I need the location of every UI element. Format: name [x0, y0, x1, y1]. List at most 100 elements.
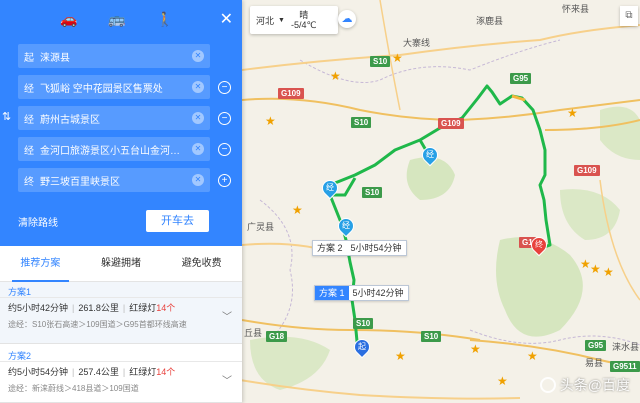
drive-button[interactable]: 开车去	[146, 210, 209, 232]
waypoint-start-field[interactable]: 起 涞源县 ✕	[18, 44, 210, 68]
plan-lights-label: 红绿灯	[129, 367, 157, 377]
route-panel: 🚗 🚌 🚶 ✕ ⇅ 起 涞源县 ✕ 经 飞狐峪 空中花园景区售票处 ✕ − 经 …	[0, 0, 242, 403]
plan-title: 方案2	[0, 346, 242, 362]
plan-lights-label: 红绿灯	[129, 303, 157, 313]
road-shield: S10	[353, 318, 374, 329]
map-layer-icon[interactable]: ⧉	[620, 6, 638, 26]
region-label[interactable]: 河北	[256, 14, 274, 27]
waypoint-text[interactable]: 金河口旅游景区小五台山金河…	[40, 142, 192, 157]
route-input-box: 🚗 🚌 🚶 ✕ ⇅ 起 涞源县 ✕ 经 飞狐峪 空中花园景区售票处 ✕ − 经 …	[0, 0, 242, 246]
scenic-star-icon: ★	[292, 203, 303, 217]
plan-lights-count: 14个	[156, 303, 176, 313]
clear-field-icon[interactable]: ✕	[192, 112, 204, 124]
remove-waypoint-button[interactable]: −	[218, 81, 231, 94]
route-plan-card[interactable]: 方案1 约5小时42分钟 | 261.8公里 | 红绿灯14个 途经：S10张石高速＞1…	[0, 282, 242, 344]
scenic-star-icon: ★	[567, 106, 578, 120]
route-tag-name: 方案 1	[315, 286, 349, 300]
road-shield: G109	[278, 88, 304, 99]
add-waypoint-button[interactable]: +	[218, 174, 231, 187]
chevron-down-icon[interactable]: ﹀	[222, 372, 232, 387]
plan-distance: 257.4公里	[78, 367, 119, 377]
plan-title: 方案1	[0, 282, 242, 298]
road-shield: G9511	[610, 361, 640, 372]
clear-route-link[interactable]: 清除路线	[18, 214, 58, 229]
waypoint-label: 经	[24, 114, 34, 126]
road-shield: G95	[585, 340, 607, 351]
road-shield: G109	[438, 118, 464, 129]
remove-waypoint-button[interactable]: −	[218, 112, 231, 125]
travel-mode-tabs: 🚗 🚌 🚶	[0, 0, 242, 38]
plan-time: 约5小时54分钟	[8, 367, 69, 377]
bus-mode-icon[interactable]: 🚌	[93, 0, 141, 38]
weather-info: 晴 -5/4℃	[291, 10, 317, 30]
tab-recommended[interactable]: 推荐方案	[0, 246, 81, 282]
scenic-star-icon: ★	[330, 69, 341, 83]
clear-field-icon[interactable]: ✕	[192, 143, 204, 155]
road-shield: S10	[362, 187, 383, 198]
road-shield: S10	[351, 117, 372, 128]
watermark-text: 头条@百度	[559, 377, 630, 393]
plan-lights-count: 14个	[156, 367, 176, 377]
watermark: 头条@百度	[539, 375, 630, 395]
chevron-down-icon[interactable]: ﹀	[222, 308, 232, 323]
waypoint-text[interactable]: 野三坡百里峡景区	[40, 173, 192, 188]
clear-field-icon[interactable]: ✕	[192, 50, 204, 62]
clear-field-icon[interactable]: ✕	[192, 81, 204, 93]
remove-waypoint-button[interactable]: −	[218, 143, 231, 156]
waypoint-via-field[interactable]: 经 飞狐峪 空中花园景区售票处 ✕	[18, 75, 210, 99]
close-icon[interactable]: ✕	[220, 12, 233, 28]
place-label: 丘县	[244, 328, 263, 338]
waypoint-text[interactable]: 飞狐峪 空中花园景区售票处	[40, 80, 192, 95]
place-label: 涞水县	[612, 342, 640, 352]
weather-temperature: -5/4℃	[290, 20, 317, 30]
scenic-star-icon: ★	[395, 349, 406, 363]
road-shield: S10	[421, 331, 442, 342]
waypoint-via-field[interactable]: 经 蔚州古城景区 ✕	[18, 106, 210, 130]
waypoint-text[interactable]: 涞源县	[40, 49, 192, 64]
clear-field-icon[interactable]: ✕	[192, 174, 204, 186]
route-tag-plan1[interactable]: 方案 1 5小时42分钟	[314, 285, 409, 301]
waypoint-end-field[interactable]: 终 野三坡百里峡景区 ✕	[18, 168, 210, 192]
plan-via: 途经：新涞蔚线＞418县道＞109国道	[8, 384, 139, 393]
route-preference-tabs: 推荐方案 躲避拥堵 避免收费	[0, 246, 242, 282]
waypoint-via-field[interactable]: 经 金河口旅游景区小五台山金河… ✕	[18, 137, 210, 161]
waypoint-label: 起	[24, 52, 34, 64]
watermark-logo-icon	[539, 377, 556, 393]
end-pin-label: 终	[535, 240, 543, 249]
road-shield: G18	[266, 331, 288, 342]
place-label: 涿鹿县	[476, 16, 504, 26]
scenic-star-icon: ★	[590, 262, 601, 276]
road-shield: G95	[510, 73, 532, 84]
caret-down-icon: ▼	[278, 16, 285, 24]
walk-mode-icon[interactable]: 🚶	[141, 0, 189, 38]
tab-avoid-congestion[interactable]: 躲避拥堵	[81, 246, 162, 281]
car-mode-icon[interactable]: 🚗	[45, 0, 93, 38]
waypoint-label: 经	[24, 145, 34, 157]
waypoint-text[interactable]: 蔚州古城景区	[40, 111, 192, 126]
scenic-star-icon: ★	[392, 51, 403, 65]
route-tag-name: 方案 2	[313, 241, 347, 255]
place-label: 广灵县	[247, 222, 275, 232]
road-shield: G109	[574, 165, 600, 176]
plan-stats: 约5小时54分钟 | 257.4公里 | 红绿灯14个	[8, 367, 176, 377]
swap-icon[interactable]: ⇅	[2, 110, 11, 123]
waypoint-label: 终	[24, 176, 34, 188]
route-tag-time: 5小时42分钟	[352, 288, 404, 298]
place-label: 怀来县	[562, 4, 590, 14]
route-tag-plan2[interactable]: 方案 2 5小时54分钟	[312, 240, 407, 256]
scenic-star-icon: ★	[265, 114, 276, 128]
scenic-star-icon: ★	[527, 349, 538, 363]
weather-condition: 晴	[299, 10, 309, 20]
plan-stats: 约5小时42分钟 | 261.8公里 | 红绿灯14个	[8, 303, 176, 313]
via-pin-label: 经	[342, 221, 350, 230]
route-plan-card[interactable]: 方案2 约5小时54分钟 | 257.4公里 | 红绿灯14个 途经：新涞蔚线＞418县…	[0, 346, 242, 403]
route-tag-time: 5小时54分钟	[350, 243, 402, 253]
tab-avoid-toll[interactable]: 避免收费	[161, 246, 242, 281]
region-weather-bar[interactable]: 河北 ▼ 晴 -5/4℃	[250, 6, 338, 34]
scenic-star-icon: ★	[470, 342, 481, 356]
weather-cloud-icon[interactable]: ☁	[338, 10, 356, 28]
waypoint-label: 经	[24, 83, 34, 95]
start-pin-label: 起	[358, 342, 366, 351]
plan-time: 约5小时42分钟	[8, 303, 69, 313]
scenic-star-icon: ★	[497, 374, 508, 388]
